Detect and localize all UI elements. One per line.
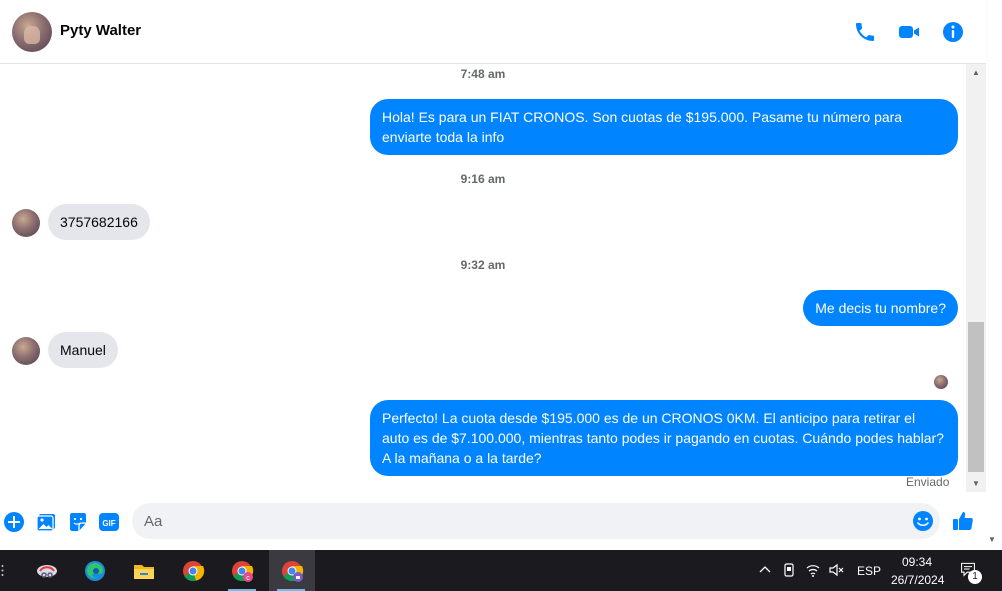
photo-icon[interactable] [35,511,57,533]
notification-count-badge: 1 [968,570,982,584]
clock-time[interactable]: 09:34 [902,555,932,569]
svg-text:c: c [246,575,250,582]
page-scroll-down-arrow-icon[interactable]: ▼ [988,535,996,544]
info-icon[interactable] [941,20,965,44]
chrome-profile-locked-icon[interactable] [269,550,315,591]
message-input-container[interactable] [132,503,940,539]
contact-avatar-small[interactable] [12,337,40,365]
meet-now-icon[interactable] [781,562,797,578]
plus-icon[interactable] [3,511,25,533]
chat-scrollbar[interactable]: ▲ ▼ [966,64,986,492]
messenger-window: Pyty Walter 7:48 am Hola! Es para un FIA… [0,0,1002,591]
windows-taskbar: c ESP 09:34 26/7/2024 1 [0,550,1002,591]
gif-icon[interactable]: GIF [98,511,120,533]
read-receipt-avatar [934,375,948,389]
timestamp: 7:48 am [460,67,506,81]
phone-icon[interactable] [853,20,877,44]
timestamp: 9:32 am [460,258,506,272]
scroll-down-arrow-icon[interactable]: ▼ [966,475,986,492]
outgoing-message[interactable]: Me decis tu nombre? [803,290,958,326]
scrollbar-thumb[interactable] [968,322,984,472]
scroll-up-arrow-icon[interactable]: ▲ [966,64,986,81]
taskbar-handle-icon [1,564,4,577]
snipping-tool-icon[interactable] [25,550,69,591]
edge-icon[interactable] [73,550,117,591]
chrome-icon[interactable] [171,550,215,591]
contact-avatar-small[interactable] [12,209,40,237]
contact-avatar[interactable] [12,12,52,52]
outgoing-message[interactable]: Perfecto! La cuota desde $195.000 es de … [370,400,958,476]
clock-date[interactable]: 26/7/2024 [891,573,944,587]
sticker-icon[interactable] [67,511,89,533]
incoming-message[interactable]: 3757682166 [48,204,150,240]
file-explorer-icon[interactable] [122,550,166,591]
message-input[interactable] [144,503,904,539]
video-camera-icon[interactable] [897,20,921,44]
message-composer: GIF [0,492,1002,550]
show-hidden-icons-chevron-icon[interactable] [757,562,773,578]
contact-name[interactable]: Pyty Walter [60,22,141,39]
chrome-profile-c-icon[interactable]: c [220,550,264,591]
emoji-icon[interactable] [912,510,934,532]
speaker-muted-icon[interactable] [828,562,844,578]
timestamp: 9:16 am [460,172,506,186]
incoming-message[interactable]: Manuel [48,332,118,368]
gif-label: GIF [102,519,115,528]
language-indicator[interactable]: ESP [857,564,881,578]
sent-status: Enviado [906,475,950,489]
chat-header: Pyty Walter [0,0,986,64]
outgoing-message[interactable]: Hola! Es para un FIAT CRONOS. Son cuotas… [370,99,958,155]
thumbs-up-icon[interactable] [951,509,975,533]
message-list[interactable]: 7:48 am Hola! Es para un FIAT CRONOS. So… [0,64,966,492]
wifi-icon[interactable] [805,562,821,578]
